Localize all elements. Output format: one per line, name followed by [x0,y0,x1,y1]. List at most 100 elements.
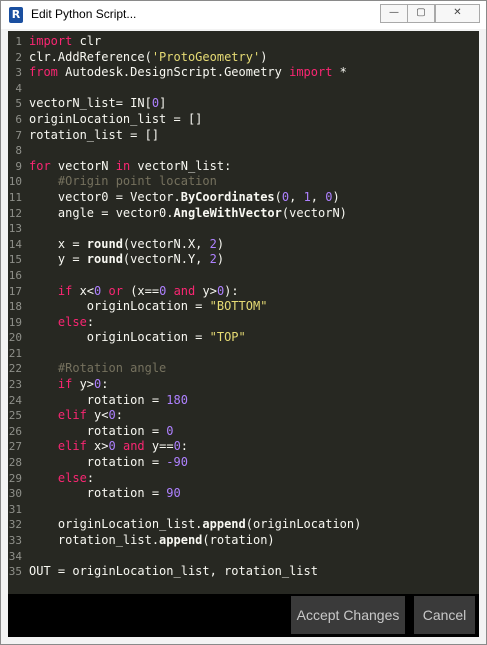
code-text: #Rotation angle [57,361,167,376]
code-text: y = round(vectorN.Y, 2) [29,252,225,267]
line-number: 18 [8,300,22,314]
line-number: 32 [8,518,22,532]
code-line[interactable]: 23 if y>0: [8,377,109,393]
code-line[interactable]: 21 [8,346,22,362]
maximize-button[interactable]: ▢ [407,4,435,23]
code-line[interactable]: 22 #Rotation angle [8,361,167,377]
code-line[interactable]: 31 [8,502,22,518]
line-number: 17 [8,284,22,298]
edit-python-script-dialog: R Edit Python Script... — ▢ ✕ 1 import cl… [0,0,487,645]
cancel-button[interactable]: Cancel [414,596,475,634]
code-line[interactable]: 12 angle = vector0.AngleWithVector(vecto… [8,206,347,222]
code-text: rotation = 90 [29,486,181,501]
line-number: 27 [8,440,22,454]
line-number: 30 [8,487,22,501]
code-line[interactable]: 1 import clr [8,34,101,50]
code-line[interactable]: 33 rotation_list.append(rotation) [8,533,275,549]
minimize-button[interactable]: — [380,4,408,23]
code-line[interactable]: 26 rotation = 0 [8,424,174,440]
line-number: 21 [8,346,22,360]
code-line[interactable]: 17 if x<0 or (x==0 and y>0): [8,284,239,300]
line-number: 31 [8,502,22,516]
line-number: 23 [8,378,22,392]
line-number: 5 [15,97,22,111]
line-number: 16 [8,268,22,282]
accept-changes-button[interactable]: Accept Changes [291,596,405,634]
line-number: 2 [15,50,22,64]
code-line[interactable]: 27 elif x>0 and y==0: [8,439,188,455]
code-text: vector0 = Vector.ByCoordinates(0, 1, 0) [29,189,340,204]
line-number: 29 [8,471,22,485]
line-number: 9 [15,159,22,173]
line-number: 1 [15,35,22,48]
line-number: 24 [8,393,22,407]
line-number: 20 [8,331,22,345]
line-number: 25 [8,409,22,423]
code-text: #Origin point location [57,174,217,189]
line-number: 11 [8,190,22,204]
code-line[interactable]: 30 rotation = 90 [8,486,181,502]
code-text: rotation = -90 [29,455,188,470]
code-line[interactable]: 4 [8,81,22,97]
code-text: rotation = 180 [29,392,188,407]
line-number: 4 [15,81,22,95]
code-editor[interactable]: 1 import clr 2 clr.AddReference('ProtoGeome… [8,31,479,594]
line-number: 14 [8,237,22,251]
code-text: else: [57,314,95,329]
code-text: elif y<0: [57,408,123,423]
code-text: originLocation = "BOTTOM" [29,299,268,314]
code-text: rotation_list = [] [29,127,160,142]
code-line[interactable]: 8 [8,143,22,159]
code-line[interactable]: 7 rotation_list = [] [8,128,159,144]
line-number: 33 [8,534,22,547]
title-bar[interactable]: R Edit Python Script... — ▢ ✕ [1,1,486,29]
code-text: clr.AddReference('ProtoGeometry') [29,49,268,64]
code-line[interactable]: 3 from Autodesk.DesignScript.Geometry imp… [8,65,347,81]
line-number: 8 [15,144,22,158]
code-line[interactable]: 14 x = round(vectorN.X, 2) [8,237,224,253]
code-line[interactable]: 6 originLocation_list = [] [8,112,202,128]
line-number: 35 [8,565,22,579]
code-line[interactable]: 20 originLocation = "TOP" [8,330,246,346]
revit-app-icon: R [9,7,23,23]
code-line[interactable]: 2 clr.AddReference('ProtoGeometry') [8,50,267,66]
line-number: 28 [8,456,22,470]
window-title: Edit Python Script... [31,7,137,21]
code-line[interactable]: 34 [8,549,22,565]
line-number: 13 [8,222,22,236]
line-number: 12 [8,206,22,220]
line-number: 15 [8,253,22,267]
code-line[interactable]: 25 elif y<0: [8,408,123,424]
dialog-footer: Accept Changes Cancel [8,594,479,637]
code-line[interactable]: 24 rotation = 180 [8,393,188,409]
line-number: 7 [15,128,22,142]
code-line[interactable]: 28 rotation = -90 [8,455,188,471]
code-line[interactable]: 32 originLocation_list.append(originLoca… [8,517,362,533]
code-text: rotation_list.append(rotation) [29,533,275,547]
line-number: 6 [15,112,22,126]
code-line[interactable]: 35 OUT = originLocation_list, rotation_li… [8,564,318,580]
line-number: 34 [8,549,22,563]
code-line[interactable]: 18 originLocation = "BOTTOM" [8,299,268,315]
line-number: 22 [8,362,22,376]
code-line[interactable]: 19 else: [8,315,94,331]
code-line[interactable]: 9 for vectorN in vectorN_list: [8,159,231,175]
code-text: vectorN_list= IN[0] [29,96,167,111]
code-text: import clr [29,34,102,48]
close-button[interactable]: ✕ [435,4,480,23]
code-text: elif x>0 and y==0: [57,439,189,454]
code-text: originLocation_list.append(originLocatio… [29,517,362,532]
code-text: OUT = originLocation_list, rotation_list [29,564,318,579]
code-text: angle = vector0.AngleWithVector(vectorN) [29,205,347,220]
code-line[interactable]: 13 [8,221,22,237]
code-line[interactable]: 29 else: [8,471,94,487]
code-line[interactable]: 10 #Origin point location [8,174,217,190]
code-line[interactable]: 16 [8,268,22,284]
code-line[interactable]: 5 vectorN_list= IN[0] [8,96,166,112]
code-line[interactable]: 15 y = round(vectorN.Y, 2) [8,252,224,268]
code-text: for vectorN in vectorN_list: [29,158,232,173]
code-text: originLocation = "TOP" [29,330,246,345]
code-text: if y>0: [57,377,109,392]
code-line[interactable]: 11 vector0 = Vector.ByCoordinates(0, 1, … [8,190,340,206]
line-number: 10 [8,175,22,189]
